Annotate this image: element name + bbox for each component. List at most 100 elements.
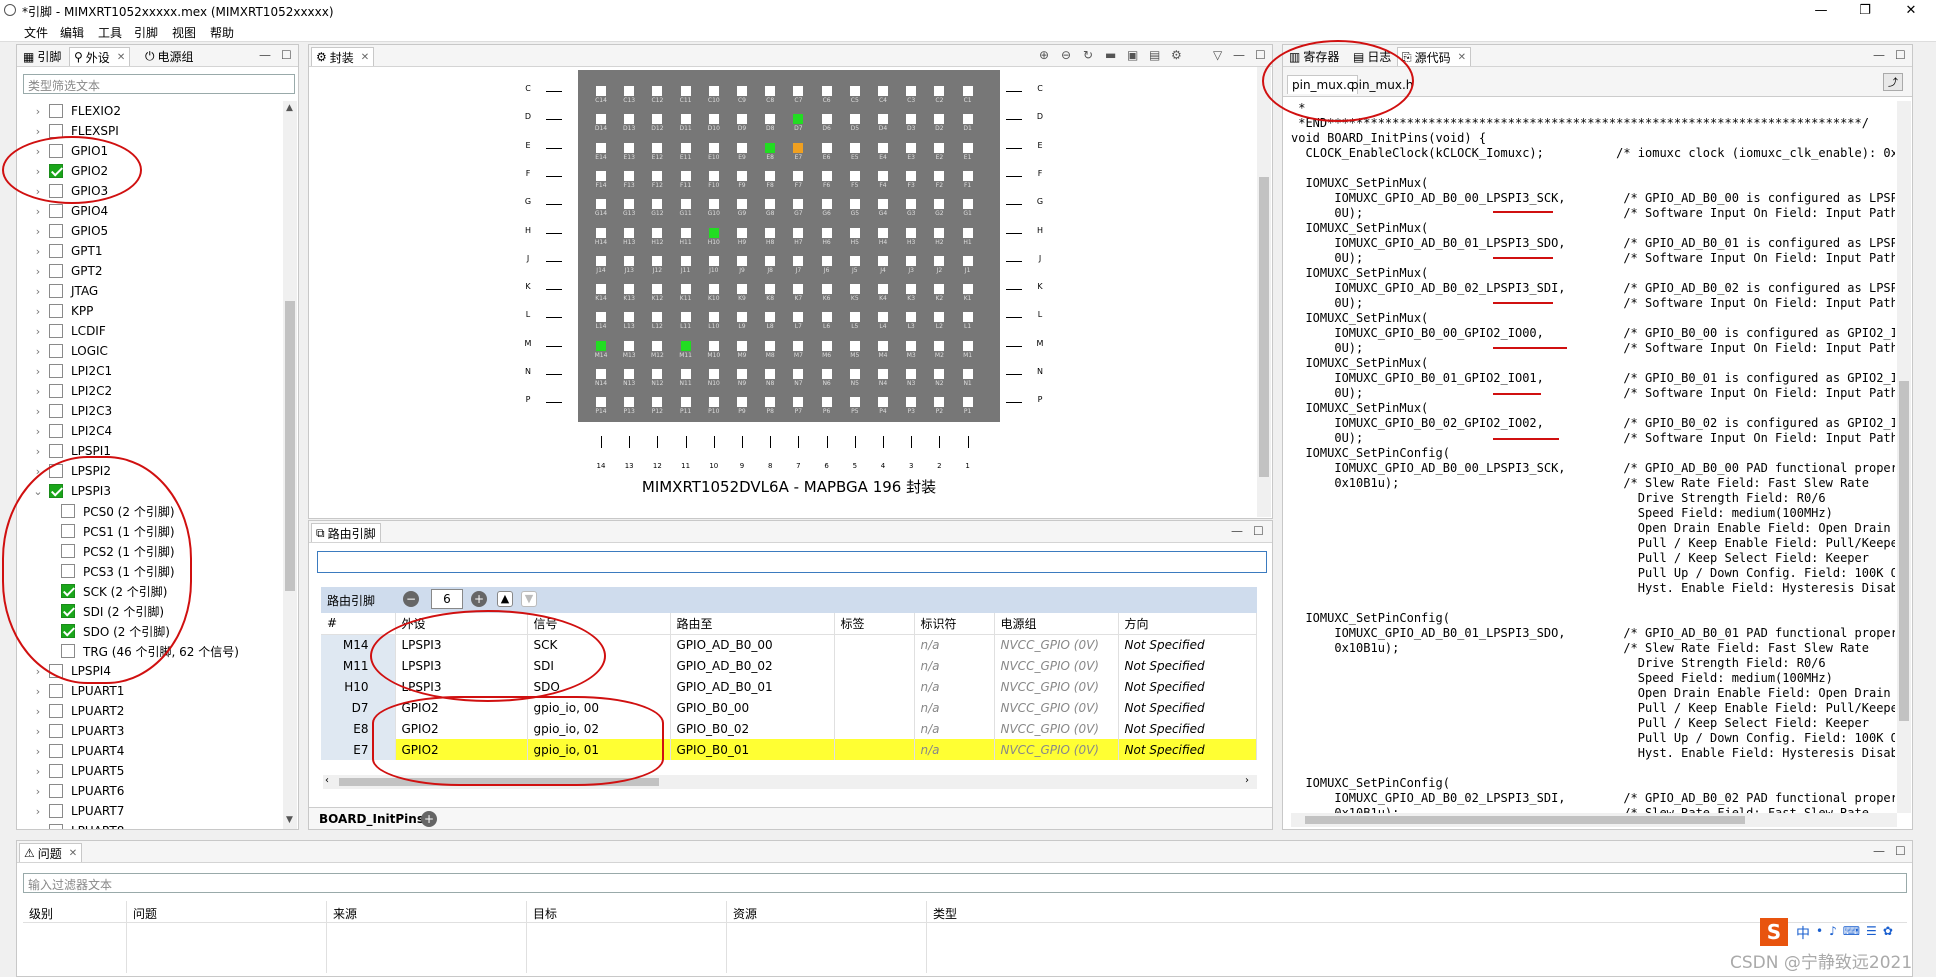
tree-item[interactable]: › GPT2 [31,261,103,281]
move-down-icon[interactable]: ▼ [521,591,537,607]
pin-e2[interactable] [934,142,945,153]
pin-l5[interactable] [849,312,860,323]
checkbox[interactable] [49,104,63,118]
pin-j10[interactable] [708,255,719,266]
pin-e7[interactable] [793,142,804,153]
pin-p8[interactable] [765,397,776,408]
pin-e5[interactable] [849,142,860,153]
checkbox[interactable] [49,224,63,238]
tab-source-code[interactable]: ⎘ 源代码 ✕ [1397,47,1472,66]
pin-h1[interactable] [962,227,973,238]
pin-p13[interactable] [624,397,635,408]
pin-c8[interactable] [765,86,776,96]
pin-g7[interactable] [793,199,804,210]
pin-k1[interactable] [962,284,973,295]
pin-j7[interactable] [793,255,804,266]
move-up-icon[interactable]: ▲ [497,591,513,607]
pin-c2[interactable] [934,86,945,96]
scroll-thumb[interactable] [1259,177,1269,477]
pin-h6[interactable] [821,227,832,238]
maximize-view-icon[interactable]: ☐ [1255,48,1266,62]
pin-g1[interactable] [962,199,973,210]
pin-k10[interactable] [708,284,719,295]
tree-item[interactable]: › LPI2C1 [31,361,112,381]
cell-dir[interactable]: Not Specified [1118,634,1257,655]
checkbox[interactable] [49,704,63,718]
minimize-view-icon[interactable]: — [1873,48,1885,62]
ime-language[interactable]: 中 [1796,923,1810,943]
pin-n1[interactable] [962,369,973,379]
pin-c11[interactable] [680,86,691,96]
checkbox[interactable] [49,684,63,698]
scroll-thumb[interactable] [1305,816,1745,824]
pin-n11[interactable] [680,369,691,379]
pin-m7[interactable] [793,340,804,351]
pin-f11[interactable] [680,170,691,181]
pin-l3[interactable] [906,312,917,323]
col-header[interactable]: 标签 [834,613,915,635]
col-header[interactable]: 标识符 [914,613,995,635]
scroll-right-icon[interactable]: › [1245,775,1249,786]
chevron-right-icon[interactable]: › [31,685,45,698]
pin-h11[interactable] [680,227,691,238]
pin-h5[interactable] [849,227,860,238]
tree-item[interactable]: › GPT1 [31,241,103,261]
cell-ident[interactable]: n/a [914,739,995,760]
pin-p4[interactable] [878,397,888,408]
cell-route[interactable]: GPIO_B0_00 [670,697,835,718]
cell-ident[interactable]: n/a [914,655,995,676]
col-header[interactable]: 级别 [29,905,53,922]
col-header[interactable]: 来源 [333,905,357,922]
pin-e8[interactable] [765,142,776,153]
chevron-right-icon[interactable]: › [31,265,45,278]
source-code-view[interactable]: * *END**********************************… [1291,101,1895,813]
chevron-right-icon[interactable]: › [31,425,45,438]
pin-d14[interactable] [596,114,606,125]
pin-c14[interactable] [596,86,606,96]
pin-e13[interactable] [624,142,635,153]
pin-k2[interactable] [934,284,945,295]
pin-d11[interactable] [680,114,691,125]
pin-m1[interactable] [962,340,973,351]
type-filter-input[interactable]: 类型筛选文本 [23,74,295,94]
tab-board-initpins[interactable]: BOARD_InitPins [319,812,424,826]
pin-n7[interactable] [793,369,804,379]
chevron-right-icon[interactable]: › [31,385,45,398]
maximize-view-icon[interactable]: ☐ [1895,844,1906,858]
cell-dir[interactable]: Not Specified [1118,739,1257,760]
tree-scrollbar[interactable]: ▲ ▼ [283,101,297,829]
pin-f2[interactable] [934,170,945,181]
checkbox[interactable] [49,244,63,258]
pin-m9[interactable] [737,340,747,351]
pin-c13[interactable] [624,86,635,96]
pin-n12[interactable] [652,369,663,379]
tree-item[interactable]: › LPUART2 [31,701,124,721]
layout-icon[interactable]: ▤ [1149,48,1160,62]
row-count-field[interactable]: 6 [431,589,463,609]
checkbox[interactable] [49,764,63,778]
pin-g6[interactable] [821,199,832,210]
cell-label[interactable] [834,739,915,760]
checkbox[interactable] [49,364,63,378]
pin-e6[interactable] [821,142,832,153]
checkbox[interactable] [49,264,63,278]
pin-f7[interactable] [793,170,804,181]
pin-l2[interactable] [934,312,945,323]
tab-package[interactable]: ⚙ 封装 ✕ [311,47,375,66]
pin-p3[interactable] [906,397,917,408]
tree-item[interactable]: › LOGIC [31,341,108,361]
cell-ident[interactable]: n/a [914,718,995,739]
pin-d6[interactable] [821,114,832,125]
scroll-up-icon[interactable]: ▲ [286,103,293,113]
cell-route[interactable]: GPIO_B0_01 [670,739,835,760]
pin-p11[interactable] [680,397,691,408]
pin-j3[interactable] [906,255,917,266]
pin-j11[interactable] [680,255,691,266]
ime-toolbar-icons[interactable]: •♪⌨☰✿ [1816,924,1899,938]
chevron-right-icon[interactable]: › [31,305,45,318]
pin-n3[interactable] [906,369,917,379]
pin-p5[interactable] [849,397,860,408]
maximize-view-icon[interactable]: ☐ [1895,48,1906,62]
cell-route[interactable]: GPIO_B0_02 [670,718,835,739]
chevron-right-icon[interactable]: › [31,805,45,818]
